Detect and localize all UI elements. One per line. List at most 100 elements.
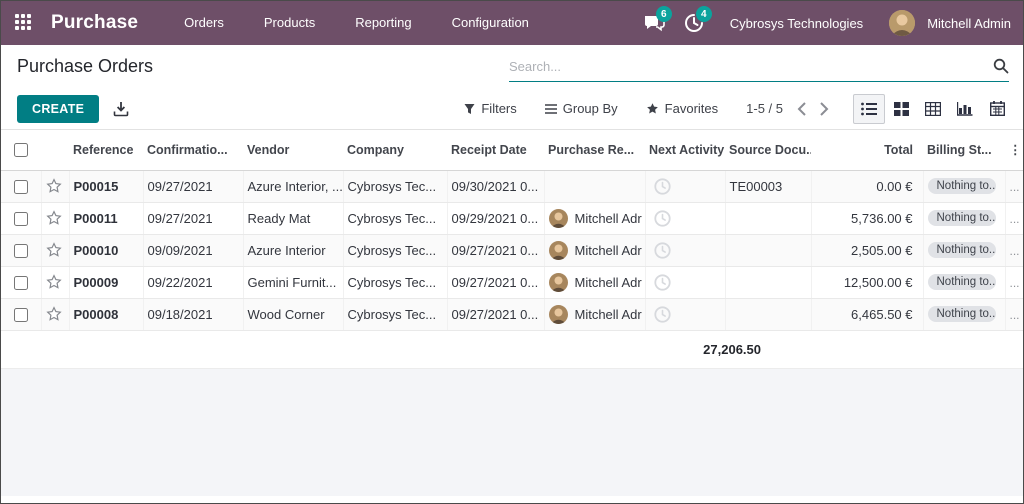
menu-orders[interactable]: Orders <box>164 1 244 45</box>
column-header-vendor[interactable]: Vendor <box>243 130 343 171</box>
row-checkbox[interactable] <box>13 243 28 258</box>
messages-button[interactable]: 6 <box>636 6 672 38</box>
confirmation-date-cell: 09/22/2021 <box>143 266 244 299</box>
favorite-star-icon[interactable] <box>45 274 62 290</box>
export-icon[interactable] <box>113 101 129 117</box>
control-panel-buttons: CREATE Filters Group By Favorites 1-5 / … <box>1 88 1023 130</box>
table-row[interactable]: P00015 09/27/2021 Azure Interior, ... Cy… <box>1 170 1023 203</box>
column-header-receipt[interactable]: Receipt Date <box>447 130 544 171</box>
reference-cell: P00011 <box>73 210 118 226</box>
column-header-source[interactable]: Source Docu... <box>725 130 811 171</box>
activities-badge: 4 <box>695 6 712 22</box>
graph-view-button[interactable] <box>949 94 981 124</box>
search-input[interactable] <box>509 58 987 74</box>
total-cell: 6,465.50 € <box>811 298 924 331</box>
row-checkbox[interactable] <box>13 211 28 226</box>
pager-next-icon[interactable] <box>820 101 829 116</box>
graph-view-icon <box>957 101 973 116</box>
activities-button[interactable]: 4 <box>676 6 712 38</box>
activity-clock-icon[interactable] <box>650 305 721 323</box>
create-button[interactable]: CREATE <box>17 94 100 123</box>
activity-clock-icon[interactable] <box>650 209 721 227</box>
billing-status-badge: Nothing to... <box>927 242 996 259</box>
column-header-ref[interactable]: Reference <box>69 130 143 171</box>
row-overflow-ellipsis: ... <box>1009 211 1020 226</box>
total-cell: 0.00 € <box>811 170 924 203</box>
kanban-view-button[interactable] <box>885 94 917 124</box>
favorites-button[interactable]: Favorites <box>636 95 728 122</box>
pivot-view-button[interactable] <box>917 94 949 124</box>
column-header-conf[interactable]: Confirmatio... <box>143 130 243 171</box>
filter-icon <box>464 103 475 115</box>
menu-products[interactable]: Products <box>244 1 335 45</box>
purchase-rep-avatar <box>548 272 568 292</box>
row-select-cell <box>1 266 42 299</box>
reference-cell: P00008 <box>73 306 119 322</box>
favorite-star-icon[interactable] <box>45 242 62 258</box>
select-all-checkbox[interactable] <box>14 143 28 158</box>
optional-columns-toggle[interactable]: ⋮ <box>1005 130 1023 171</box>
activity-clock-icon[interactable] <box>650 241 721 259</box>
activity-clock-icon[interactable] <box>650 273 721 291</box>
app-title[interactable]: Purchase <box>51 12 138 34</box>
menu-reporting[interactable]: Reporting <box>335 1 431 45</box>
column-header-total[interactable]: Total <box>811 130 923 171</box>
table-row[interactable]: P00008 09/18/2021 Wood Corner Cybrosys T… <box>1 298 1023 331</box>
row-checkbox[interactable] <box>13 307 28 322</box>
pager-previous-icon[interactable] <box>797 101 806 116</box>
source-document-cell <box>725 266 812 299</box>
select-all-cell <box>1 130 41 171</box>
calendar-view-icon <box>989 101 1005 116</box>
column-header-company[interactable]: Company <box>343 130 447 171</box>
favorite-star-icon[interactable] <box>45 178 62 194</box>
company-cell: Cybrosys Tec... <box>343 234 448 267</box>
purchase-rep-avatar <box>548 208 568 228</box>
row-overflow-ellipsis: ... <box>1009 275 1020 290</box>
receipt-date-cell: 09/27/2021 0... <box>447 266 545 299</box>
table-row[interactable]: P00010 09/09/2021 Azure Interior Cybrosy… <box>1 234 1023 267</box>
company-switcher[interactable]: Cybrosys Technologies <box>716 16 885 31</box>
vendor-cell: Gemini Furnit... <box>243 266 344 299</box>
apps-menu-icon[interactable] <box>15 14 33 32</box>
row-star-cell <box>41 266 70 299</box>
user-avatar[interactable] <box>889 10 916 36</box>
row-overflow-cell: ... <box>1005 266 1023 299</box>
star-header-cell <box>41 130 69 171</box>
total-sum: 27,206.50 <box>703 341 761 357</box>
table-footer-row: 27,206.50 <box>1 330 1023 368</box>
activity-clock-icon[interactable] <box>650 177 721 195</box>
filters-button[interactable]: Filters <box>454 95 526 122</box>
table-row[interactable]: P00011 09/27/2021 Ready Mat Cybrosys Tec… <box>1 202 1023 235</box>
row-checkbox[interactable] <box>13 179 28 194</box>
column-header-activity[interactable]: Next Activity <box>645 130 725 171</box>
list-view-button[interactable] <box>853 93 885 124</box>
menu-configuration[interactable]: Configuration <box>432 1 549 45</box>
column-header-billing[interactable]: Billing St... <box>923 130 1005 171</box>
purchase-rep-name: Mitchell Adr <box>574 210 642 226</box>
row-star-cell <box>41 234 70 267</box>
favorite-star-icon[interactable] <box>45 306 62 322</box>
reference-cell: P00015 <box>73 178 119 194</box>
page-title: Purchase Orders <box>17 56 154 76</box>
billing-status-badge: Nothing to... <box>927 306 996 323</box>
company-cell: Cybrosys Tec... <box>343 266 448 299</box>
source-document-cell <box>725 298 812 331</box>
confirmation-date-cell: 09/09/2021 <box>143 234 244 267</box>
user-menu[interactable]: Mitchell Admin <box>927 16 1011 31</box>
favorite-star-icon[interactable] <box>45 210 62 226</box>
row-overflow-ellipsis: ... <box>1009 179 1020 194</box>
table-row[interactable]: P00009 09/22/2021 Gemini Furnit... Cybro… <box>1 266 1023 299</box>
purchase-orders-table: Reference Confirmatio... Vendor Company Rece… <box>1 130 1023 331</box>
total-cell: 2,505.00 € <box>811 234 924 267</box>
group-by-button[interactable]: Group By <box>535 95 628 122</box>
search-icon[interactable] <box>987 58 1009 74</box>
column-header-rep[interactable]: Purchase Re... <box>544 130 645 171</box>
pivot-view-icon <box>925 101 941 116</box>
billing-status-cell: Nothing to... <box>923 234 1006 267</box>
receipt-date-cell: 09/27/2021 0... <box>447 298 545 331</box>
row-select-cell <box>1 170 42 203</box>
billing-status-badge: Nothing to... <box>927 210 996 227</box>
calendar-view-button[interactable] <box>981 94 1013 124</box>
row-checkbox[interactable] <box>13 275 28 290</box>
next-activity-cell <box>645 202 726 235</box>
